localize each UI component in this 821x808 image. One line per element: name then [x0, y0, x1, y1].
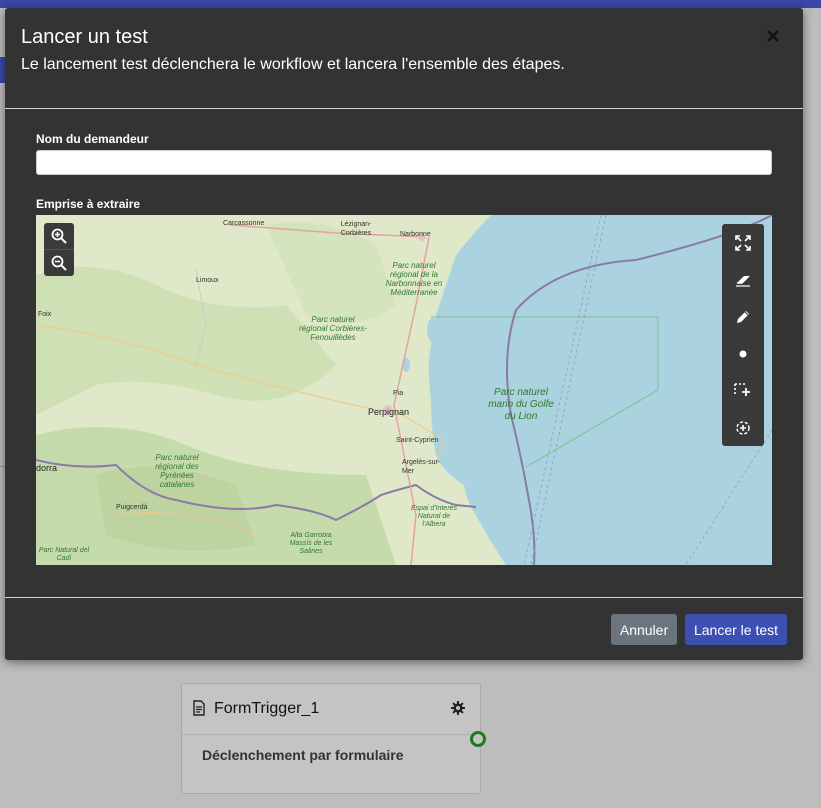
zoom-controls — [44, 223, 74, 276]
document-icon — [192, 700, 206, 721]
close-icon[interactable] — [765, 28, 781, 44]
city-narbonne: Narbonne — [400, 231, 431, 238]
park-garrotxa: Alta Garrotxa Massís de les Salines — [289, 532, 333, 555]
pencil-icon[interactable] — [722, 298, 764, 335]
park-narbonnaise: Parc naturel régional de la Narbonnaise … — [385, 261, 443, 297]
city-puigcerda: Puigcerdà — [116, 504, 148, 511]
workflow-node[interactable]: FormTrigger_1 Déclenchement par formulai… — [181, 683, 481, 794]
modal-subtitle: Le lancement test déclenchera le workflo… — [21, 56, 565, 73]
select-area-icon[interactable] — [722, 372, 764, 409]
park-albera: Espai d'Interès Natural de l'Albera — [410, 505, 458, 528]
marine-park-label: Parc naturel marin du Golfe du Lion — [488, 387, 554, 422]
area-label: Emprise à extraire — [36, 197, 141, 211]
draw-toolbar — [722, 224, 764, 446]
point-icon[interactable] — [722, 335, 764, 372]
eraser-icon[interactable] — [722, 261, 764, 298]
requester-label: Nom du demandeur — [36, 132, 149, 146]
city-limoux: Limoux — [196, 277, 219, 284]
node-header: FormTrigger_1 — [182, 684, 480, 735]
footer-divider — [5, 597, 803, 598]
requester-name-input[interactable] — [36, 150, 772, 175]
city-pia: Pia — [393, 390, 404, 397]
city-perpignan: Perpignan — [368, 407, 410, 417]
modal-title: Lancer un test — [21, 26, 148, 48]
launch-test-button[interactable]: Lancer le test — [685, 614, 787, 645]
cancel-button[interactable]: Annuler — [611, 614, 677, 645]
header-divider — [5, 108, 803, 109]
city-foix: Foix — [38, 311, 52, 318]
city-argeles: Argelès-sur-Mer — [402, 459, 441, 475]
zoom-out-icon[interactable] — [44, 250, 74, 276]
locate-icon[interactable] — [722, 409, 764, 446]
city-saint-cyprien: Saint-Cyprien — [396, 437, 439, 444]
park-corbieres: Parc naturel régional Corbières-Fenouill… — [298, 315, 368, 342]
zoom-in-icon[interactable] — [44, 223, 74, 250]
node-title: FormTrigger_1 — [214, 700, 320, 717]
city-carcassonne: Carcassonne — [223, 220, 265, 227]
city-lezignan: Lézignan-Corbières — [340, 221, 372, 237]
park-pyrenees: Parc naturel régional des Pyrénées catal… — [155, 453, 199, 489]
launch-test-modal: Lancer un test Le lancement test déclenc… — [5, 8, 803, 660]
park-cadi: Parc Natural del Cadí — [38, 547, 90, 562]
fullscreen-icon[interactable] — [722, 224, 764, 261]
city-andorra: dorra — [36, 463, 58, 473]
app-top-bar — [0, 0, 821, 8]
node-description: Déclenchement par formulaire — [202, 747, 404, 763]
node-output-port[interactable] — [470, 731, 486, 747]
extraction-map[interactable]: Carcassonne Lézignan-Corbières Narbonne … — [36, 215, 772, 565]
gear-icon[interactable] — [450, 700, 466, 721]
